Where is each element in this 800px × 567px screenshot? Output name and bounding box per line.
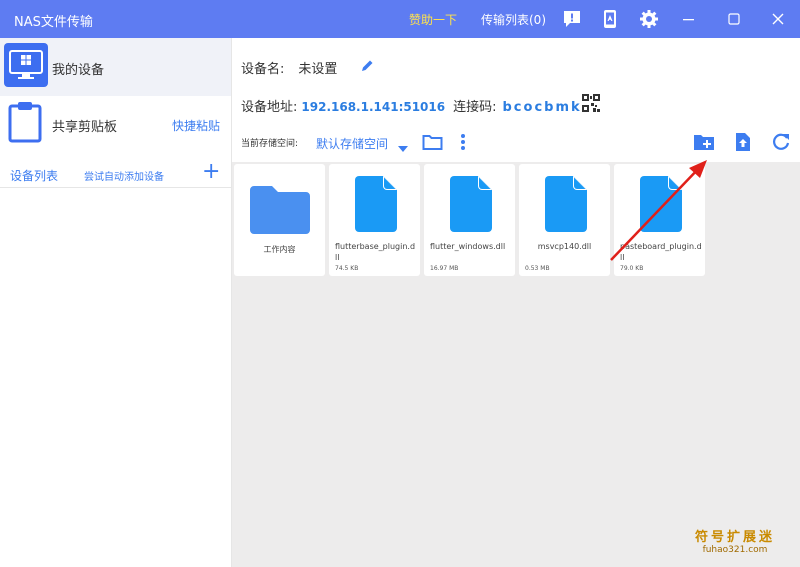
file-icon: [355, 176, 397, 236]
app-title: NAS文件传输: [14, 15, 93, 30]
more-options-icon[interactable]: [460, 133, 466, 155]
sidebar-item-clipboard[interactable]: 共享剪贴板 快捷粘贴: [0, 96, 231, 152]
device-name-row: 设备名: 未设置: [241, 58, 337, 77]
edit-icon[interactable]: [360, 58, 374, 77]
open-folder-icon[interactable]: [422, 133, 443, 155]
connect-code-label: 连接码:: [453, 100, 497, 115]
auto-add-devices-link[interactable]: 尝试自动添加设备: [84, 168, 164, 183]
device-address-value: 192.168.1.141:51016: [301, 100, 446, 114]
sidebar-item-label: 我的设备: [52, 63, 105, 78]
file-card[interactable]: 工作内容: [234, 164, 325, 276]
clipboard-icon: [8, 101, 42, 147]
connect-code-value: bcocbmk: [502, 100, 582, 115]
device-address-label: 设备地址:: [241, 100, 298, 115]
maximize-button[interactable]: [723, 8, 745, 30]
device-list-header: 设备列表 尝试自动添加设备 +: [0, 158, 231, 188]
file-card[interactable]: flutterbase_plugin.dll 74.5 KB: [329, 164, 420, 276]
device-name-value: 未设置: [298, 62, 338, 77]
watermark-title: 符号扩展迷: [694, 530, 775, 545]
title-bar: NAS文件传输 赞助一下 传输列表(0): [0, 0, 800, 38]
file-card[interactable]: flutter_windows.dll 16.97 MB: [424, 164, 515, 276]
qr-code-icon[interactable]: [582, 94, 600, 116]
file-size: 74.5 KB: [335, 265, 359, 272]
storage-label: 当前存储空间:: [241, 139, 299, 149]
sidebar-item-label: 共享剪贴板: [52, 120, 118, 135]
file-icon: [545, 176, 587, 236]
file-name: flutter_windows.dll: [430, 242, 506, 251]
watermark-url: fuhao321.com: [702, 545, 768, 555]
sidebar-item-my-device[interactable]: 我的设备: [0, 38, 231, 96]
main-panel: 设备名: 未设置 设备地址: 192.168.1.141:51016 连接码: bcoc…: [232, 38, 800, 567]
settings-icon[interactable]: [638, 8, 660, 30]
device-address-row: 设备地址: 192.168.1.141:51016 连接码: bcocbmk: [241, 96, 582, 115]
add-device-button[interactable]: +: [202, 161, 220, 183]
upload-file-icon[interactable]: [734, 132, 752, 156]
minimize-button[interactable]: [678, 8, 700, 30]
file-icon: [450, 176, 492, 236]
folder-icon: [248, 184, 312, 240]
file-name: msvcp140.dll: [537, 242, 592, 251]
annotation-arrow: [605, 156, 715, 270]
file-size: 16.97 MB: [430, 265, 459, 272]
device-name-label: 设备名:: [241, 62, 285, 77]
quick-paste-link[interactable]: 快捷粘贴: [172, 117, 220, 134]
watermark: 符号扩展迷 fuhao321.com: [675, 526, 795, 555]
file-name: 工作内容: [263, 245, 296, 254]
refresh-icon[interactable]: [771, 132, 791, 156]
transfer-list-button[interactable]: 传输列表(0): [481, 11, 546, 28]
close-button[interactable]: [767, 8, 789, 30]
feedback-icon[interactable]: [561, 8, 583, 30]
sidebar: 我的设备 共享剪贴板 快捷粘贴 设备列表 尝试自动添加设备 +: [0, 38, 232, 567]
device-list-tab[interactable]: 设备列表: [10, 167, 58, 184]
file-card[interactable]: msvcp140.dll 0.53 MB: [519, 164, 610, 276]
monitor-icon: [4, 43, 48, 87]
phone-icon[interactable]: [599, 8, 621, 30]
chevron-down-icon[interactable]: [398, 138, 408, 157]
new-folder-icon[interactable]: [693, 132, 715, 156]
file-size: 0.53 MB: [525, 265, 550, 272]
sponsor-link[interactable]: 赞助一下: [409, 11, 457, 28]
file-name: flutterbase_plugin.dll: [335, 242, 416, 262]
storage-select[interactable]: 默认存储空间: [316, 135, 388, 152]
